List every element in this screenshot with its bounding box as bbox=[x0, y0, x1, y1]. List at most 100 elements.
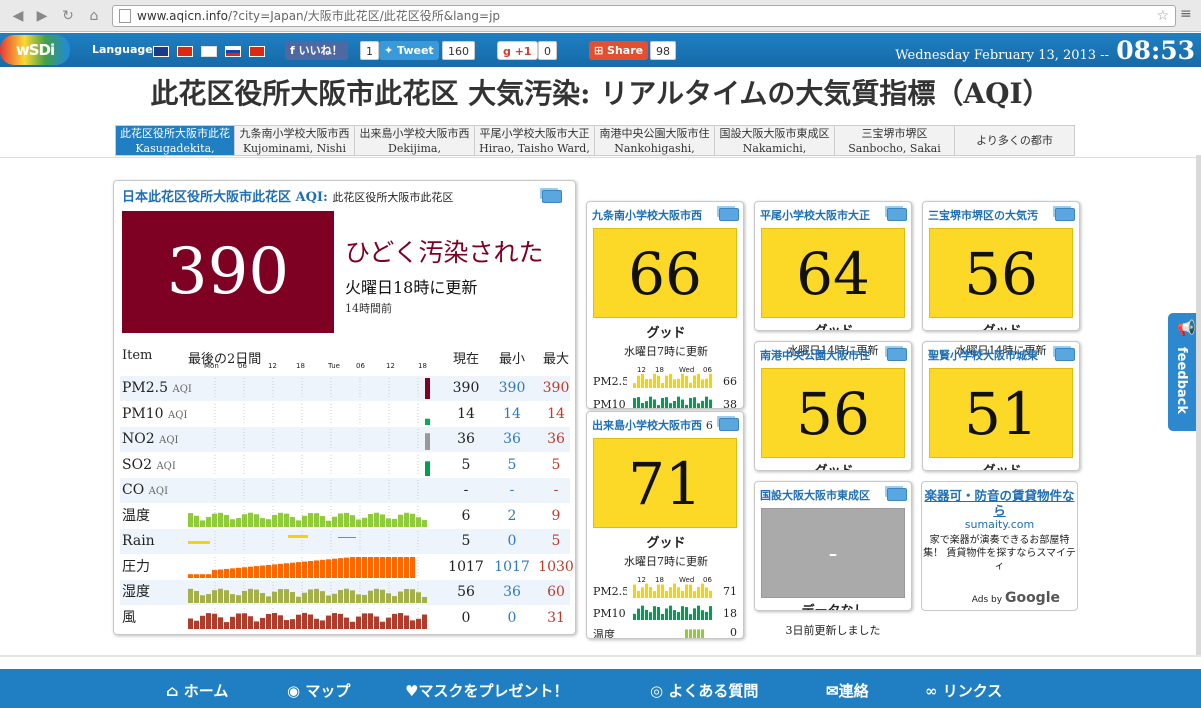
mini-bar bbox=[653, 606, 656, 620]
station-card-seiga[interactable]: 聖賢小学校大阪市城東 51 グッド bbox=[922, 341, 1080, 471]
gplus-button[interactable]: g +1 bbox=[497, 41, 538, 60]
history-bar bbox=[308, 512, 313, 527]
share-label: Share bbox=[607, 44, 644, 57]
mini-bar bbox=[689, 382, 692, 388]
tab-nankohigashi[interactable]: 南港中央公園大阪市住 Nankohigashi, bbox=[595, 125, 715, 156]
history-bar bbox=[260, 517, 265, 527]
station-card-kokusetsu[interactable]: 国設大阪大阪市東成区 - データなし bbox=[754, 481, 912, 611]
ad-headline[interactable]: 楽器可・防音の賃貸物件なら bbox=[922, 488, 1077, 518]
tab-more-cities[interactable]: より多くの都市 bbox=[955, 125, 1075, 156]
history-bar bbox=[332, 593, 337, 603]
window-icon[interactable] bbox=[542, 190, 562, 203]
mini-bar bbox=[705, 396, 708, 408]
footer-links[interactable]: ∞ リンクス bbox=[925, 680, 1002, 701]
back-icon[interactable]: ◀ bbox=[8, 6, 28, 26]
history-bar bbox=[398, 556, 403, 578]
history-bar bbox=[254, 620, 259, 629]
footer-faq[interactable]: ◎ よくある質問 bbox=[650, 680, 758, 701]
share-button[interactable]: ⊞ Share bbox=[589, 41, 649, 60]
share-plus-icon: ⊞ bbox=[594, 44, 608, 57]
flag-hongkong-icon[interactable] bbox=[249, 46, 265, 57]
facebook-like-button[interactable]: f いいね！ bbox=[285, 41, 348, 60]
station-card-dekijima[interactable]: 出来島小学校大阪市西 6 71 グッド 水曜日7時に更新 12 18 Wed 0… bbox=[586, 411, 744, 639]
history-bar bbox=[194, 573, 199, 578]
window-icon[interactable] bbox=[719, 418, 739, 431]
history-bar bbox=[284, 562, 289, 578]
row-history-sparkline bbox=[188, 505, 427, 527]
ad-site[interactable]: sumaity.com bbox=[922, 518, 1077, 531]
reload-icon[interactable]: ↻ bbox=[58, 6, 78, 26]
history-bar bbox=[380, 621, 385, 629]
footer-home[interactable]: ⌂ ホーム bbox=[166, 680, 228, 701]
tab-kujominami[interactable]: 九条南小学校大阪市西 Kujominami, Nishi bbox=[235, 125, 355, 156]
history-bar bbox=[188, 541, 210, 544]
footer-faq-label: よくある質問 bbox=[668, 682, 759, 700]
history-bar bbox=[362, 612, 367, 629]
tab-nakamichi[interactable]: 国設大阪大阪市東成区 Nakamichi, bbox=[715, 125, 835, 156]
scrollbar[interactable] bbox=[1196, 155, 1201, 655]
bird-icon: ✦ bbox=[384, 44, 398, 57]
row-max: 60 bbox=[547, 584, 565, 600]
tweet-label: Tweet bbox=[397, 44, 434, 57]
tweet-button[interactable]: ✦ Tweet bbox=[379, 41, 439, 60]
window-icon[interactable] bbox=[1055, 208, 1075, 221]
window-icon[interactable] bbox=[887, 348, 907, 361]
flag-russia-icon[interactable] bbox=[225, 46, 241, 57]
history-bar bbox=[380, 513, 385, 527]
mini-bar bbox=[693, 608, 696, 620]
advert-box[interactable]: 楽器可・防音の賃貸物件なら sumaity.com 家で楽器が演奏できるお部屋特… bbox=[921, 481, 1078, 611]
main-panel-title[interactable]: 日本此花区役所大阪市此花区 AQI: 此花区役所大阪市此花区 bbox=[122, 186, 542, 205]
ads-by-google[interactable]: Ads by Google bbox=[972, 590, 1060, 606]
home-icon[interactable]: ⌂ bbox=[84, 6, 104, 26]
row-cur: 56 bbox=[457, 584, 475, 600]
flag-korea-icon[interactable] bbox=[201, 46, 217, 57]
google-label: Google bbox=[1004, 590, 1060, 606]
station-card-sanbo[interactable]: 三宝堺市堺区の大気汚 56 グッド bbox=[922, 201, 1080, 331]
address-bar[interactable]: www.aqicn.info/?city=Japan/大阪市此花区/此花区役所&… bbox=[112, 5, 1176, 27]
window-icon[interactable] bbox=[1055, 348, 1075, 361]
bookmark-star-icon[interactable]: ☆ bbox=[1156, 6, 1169, 26]
wrench-icon[interactable]: ≡ bbox=[1180, 6, 1198, 24]
row-max: 9 bbox=[551, 507, 561, 524]
flag-china-icon[interactable] bbox=[177, 46, 193, 57]
history-bar bbox=[410, 589, 415, 603]
home-icon: ⌂ bbox=[166, 682, 179, 700]
site-logo[interactable]: wSDi bbox=[0, 35, 70, 65]
history-bar bbox=[230, 616, 235, 629]
history-bar bbox=[278, 563, 283, 578]
window-icon[interactable] bbox=[887, 488, 907, 501]
tab-konohana[interactable]: 此花区役所大阪市此花 Kasugadekita, bbox=[115, 125, 235, 156]
mail-icon: ✉ bbox=[826, 682, 839, 700]
card-title: 聖賢小学校大阪市城東 bbox=[928, 349, 1038, 362]
forward-icon[interactable]: ▶ bbox=[32, 6, 52, 26]
history-bar bbox=[344, 512, 349, 527]
history-bar bbox=[356, 519, 361, 527]
tab-dekijima[interactable]: 出来島小学校大阪市西 Dekijima, bbox=[355, 125, 475, 156]
mini-sparkline bbox=[633, 605, 712, 620]
footer-mask[interactable]: ♥マスクをプレゼント！ bbox=[405, 680, 568, 701]
footer-nav: ⌂ ホーム ◉ マップ ♥マスクをプレゼント！ ◎ よくある質問 ✉連絡 ∞ リ… bbox=[0, 669, 1201, 708]
station-card-nanko[interactable]: 南港中央公園大阪市住 56 グッド bbox=[754, 341, 912, 471]
tab-hirao[interactable]: 平尾小学校大阪市大正 Hirao, Taisho Ward, bbox=[475, 125, 595, 156]
row-cur: 390 bbox=[452, 380, 480, 396]
history-bar bbox=[356, 616, 361, 629]
tab-sanbocho[interactable]: 三宝堺市堺区 Sanbocho, Sakai bbox=[835, 125, 955, 156]
history-bar bbox=[338, 590, 343, 603]
row-cur: 1017 bbox=[448, 558, 484, 575]
history-bar bbox=[386, 593, 391, 603]
history-bar bbox=[266, 518, 271, 527]
station-card-kujominami[interactable]: 九条南小学校大阪市西 66 グッド 水曜日7時に更新 12 18 Wed 06 … bbox=[586, 201, 744, 409]
history-bar bbox=[410, 513, 415, 527]
history-bar bbox=[425, 418, 430, 425]
history-bar bbox=[380, 556, 385, 578]
window-icon[interactable] bbox=[887, 208, 907, 221]
history-bar bbox=[320, 619, 325, 629]
card-aqi-value: 66 bbox=[593, 228, 737, 318]
footer-map[interactable]: ◉ マップ bbox=[287, 680, 350, 701]
window-icon[interactable] bbox=[719, 208, 739, 221]
footer-contact[interactable]: ✉連絡 bbox=[826, 680, 869, 701]
flag-uk-icon[interactable] bbox=[153, 46, 169, 57]
table-header: Item 最後の2日間 現在 最小 最大 Mon 06 12 18 Tue 06 12 18 bbox=[120, 346, 570, 371]
station-card-hirao[interactable]: 平尾小学校大阪市大正 64 グッド bbox=[754, 201, 912, 331]
row-label: NO2 AQI bbox=[122, 427, 178, 453]
